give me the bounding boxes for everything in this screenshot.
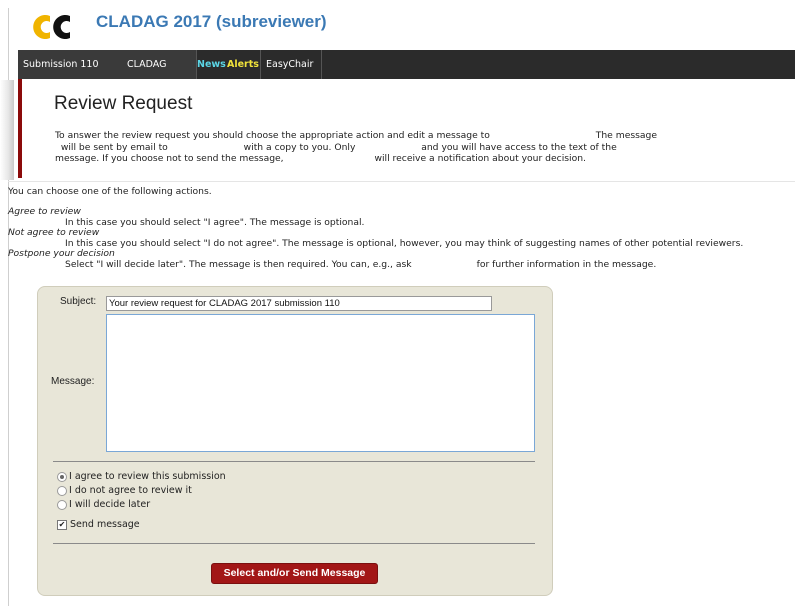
intro-line3-b: will receive a notification about your d… [374,153,586,164]
page-curl-decoration [0,80,14,180]
app-header: CLADAG 2017 (subreviewer) [18,0,795,50]
actions-list: Agree to review In this case you should … [8,206,795,271]
nav-easychair[interactable]: EasyChair [260,50,322,79]
form-separator [53,543,535,544]
submit-button[interactable]: Select and/or Send Message [211,563,378,584]
action-desc-postpone-text: Select "I will decide later". The messag… [65,258,412,270]
intro-text: To answer the review request you should … [55,130,705,165]
radio-decide-later[interactable] [57,500,67,510]
option-decide-later-label: I will decide later [69,499,151,510]
section-divider [8,181,795,182]
action-desc-not-agree: In this case you should select "I do not… [65,237,744,249]
send-message-checkbox[interactable]: ✔ [57,519,67,530]
option-agree[interactable]: I agree to review this submission [57,471,226,483]
intro-line2-a: will be sent by email to [60,141,168,153]
action-desc-postpone-tail: for further information in the message. [476,258,657,270]
send-message-label: Send message [70,519,140,530]
message-textarea[interactable] [106,314,535,452]
message-label: Message: [51,376,95,387]
intro-line3-a: message. If you choose not to send the m… [55,153,284,164]
nav-submission[interactable]: Submission 110 [18,50,125,79]
option-agree-label: I agree to review this submission [69,471,226,482]
option-not-agree[interactable]: I do not agree to review it [57,485,192,497]
choose-text: You can choose one of the following acti… [8,186,212,197]
option-not-agree-label: I do not agree to review it [69,485,192,496]
subject-label: Subject: [60,296,97,307]
intro-line1: To answer the review request you should … [55,130,490,141]
form-separator [53,461,535,462]
intro-line2-b: with a copy to you. Only [243,141,356,153]
top-nav: Submission 110 CLADAG 2017 News Alerts E… [18,50,795,99]
intro-line2-c: and you will have access to the text of … [421,141,617,153]
action-term-agree: Agree to review [8,206,81,217]
nav-conference[interactable]: CLADAG 2017 [122,50,197,99]
action-desc-postpone: Select "I will decide later". The messag… [8,258,795,271]
send-message-option[interactable]: ✔ Send message [57,519,140,530]
intro-line1-tail: The message [595,130,658,141]
easychair-logo-icon [33,15,70,40]
section-accent-bar [18,79,22,178]
radio-agree[interactable] [57,472,67,482]
app-title: CLADAG 2017 (subreviewer) [96,12,327,31]
radio-not-agree[interactable] [57,486,67,496]
action-desc-agree: In this case you should select "I agree"… [65,216,365,228]
subject-input[interactable]: Your review request for CLADAG 2017 subm… [106,296,492,311]
page-title: Review Request [54,93,193,114]
option-decide-later[interactable]: I will decide later [57,499,150,511]
